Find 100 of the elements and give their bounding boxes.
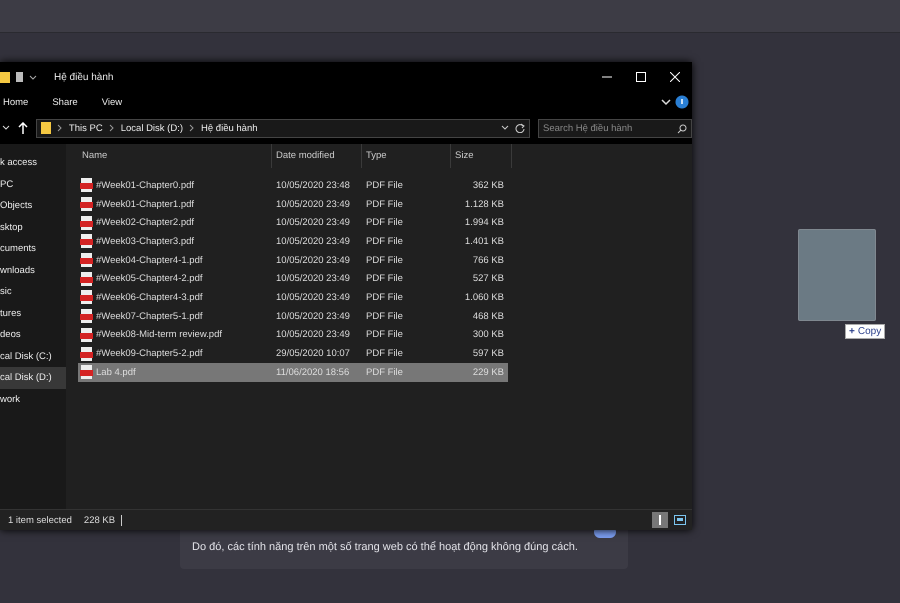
- file-name: #Week08-Mid-term review.pdf: [96, 329, 222, 340]
- type-cell-text: PDF File: [365, 254, 404, 266]
- file-name: #Week01-Chapter0.pdf: [96, 180, 194, 191]
- file-row[interactable]: #Week04-Chapter4-1.pdf 10/05/2020 23:49 PDF File 766 KB: [78, 250, 508, 270]
- file-name: #Week06-Chapter4-3.pdf: [96, 292, 202, 303]
- file-row[interactable]: #Week03-Chapter3.pdf 10/05/2020 23:49 PDF File 1.401 KB: [78, 232, 508, 251]
- ribbon-tab[interactable]: Home: [0, 96, 38, 108]
- type-cell-text: PDF File: [365, 366, 404, 378]
- size-cell-text: 1.401 KB: [464, 236, 505, 247]
- chevron-icon: [108, 124, 115, 132]
- sidebar-item[interactable]: work: [0, 388, 66, 410]
- search-field[interactable]: Search Hệ điều hành: [538, 118, 692, 138]
- sidebar-item[interactable]: cal Disk (C:): [0, 346, 66, 367]
- date-cell-text: 10/05/2020 23:49: [275, 198, 351, 210]
- file-row[interactable]: #Week01-Chapter1.pdf 10/05/2020 23:49 PDF File 1.128 KB: [78, 194, 508, 214]
- dropdown-icon[interactable]: [501, 124, 509, 132]
- ribbon-tab[interactable]: Share: [49, 96, 87, 108]
- selection-size: 228 KB: [84, 514, 122, 526]
- recent-locations-icon[interactable]: [2, 124, 10, 132]
- date-cell-text: 10/05/2020 23:48: [275, 180, 351, 191]
- type-cell-text: PDF File: [365, 217, 404, 228]
- properties-icon[interactable]: [15, 71, 24, 83]
- sidebar-item[interactable]: tures: [0, 302, 66, 324]
- pdf-file-icon: [80, 328, 93, 342]
- date-cell-text: 29/05/2020 10:07: [275, 348, 351, 360]
- status-text: 1 item selected: [8, 514, 72, 526]
- file-name: #Week09-Chapter5-2.pdf: [96, 348, 202, 360]
- type-cell-text: PDF File: [365, 329, 404, 340]
- file-name: #Week05-Chapter4-2.pdf: [96, 273, 202, 284]
- refresh-icon[interactable]: [515, 123, 525, 133]
- pdf-file-icon: [80, 346, 93, 361]
- size-cell-text: 1.128 KB: [464, 198, 505, 210]
- search-icon: [677, 124, 687, 134]
- address-bar[interactable]: This PC Local Disk (D:) Hệ điều hành: [36, 118, 530, 138]
- column-header[interactable]: Type: [362, 144, 451, 168]
- breadcrumb[interactable]: This PC: [68, 122, 103, 134]
- file-name: #Week07-Chapter5-1.pdf: [96, 310, 202, 322]
- details-view-button[interactable]: [652, 512, 668, 528]
- type-cell-text: PDF File: [365, 236, 404, 247]
- help-icon[interactable]: [675, 95, 689, 109]
- file-row[interactable]: #Week06-Chapter4-3.pdf 10/05/2020 23:49 PDF File 1.060 KB: [78, 288, 508, 307]
- column-header[interactable]: Date modified: [272, 144, 362, 168]
- maximize-icon: [636, 72, 646, 82]
- pdf-file-icon: [80, 253, 93, 268]
- tiles-view-button[interactable]: [672, 512, 688, 528]
- window-title: Hệ điều hành: [54, 72, 114, 82]
- folder-icon: [40, 122, 51, 134]
- dropdown-icon[interactable]: [29, 73, 37, 81]
- sidebar-item[interactable]: PC: [0, 174, 66, 195]
- file-row[interactable]: #Week08-Mid-term review.pdf 10/05/2020 23:49 PDF File 300 KB: [78, 326, 508, 344]
- size-cell-text: 527 KB: [472, 273, 505, 284]
- sidebar-item[interactable]: sktop: [0, 216, 66, 238]
- column-header[interactable]: Name: [78, 144, 272, 168]
- type-cell-text: PDF File: [365, 348, 404, 360]
- file-row[interactable]: #Week01-Chapter0.pdf 10/05/2020 23:48 PDF File 362 KB: [78, 176, 508, 195]
- date-cell-text: 10/05/2020 23:49: [275, 217, 351, 228]
- up-arrow-icon[interactable]: [18, 122, 28, 134]
- pdf-file-icon: [80, 178, 93, 192]
- breadcrumb[interactable]: Hệ điều hành: [201, 122, 258, 134]
- size-cell-text: 300 KB: [472, 329, 505, 340]
- size-cell-text: 597 KB: [472, 348, 505, 360]
- sidebar-item[interactable]: sic: [0, 281, 66, 302]
- file-row[interactable]: #Week09-Chapter5-2.pdf 29/05/2020 10:07 PDF File 597 KB: [78, 344, 508, 363]
- pdf-file-icon: [80, 216, 93, 230]
- sidebar-item[interactable]: Objects: [0, 195, 66, 216]
- column-header[interactable]: Size: [451, 144, 512, 168]
- type-cell-text: PDF File: [365, 198, 404, 210]
- file-name: #Week02-Chapter2.pdf: [96, 217, 194, 228]
- date-cell-text: 11/06/2020 18:56: [275, 366, 350, 378]
- size-cell-text: 766 KB: [472, 254, 505, 266]
- file-name: #Week03-Chapter3.pdf: [96, 236, 194, 247]
- tiles-view-icon: [674, 515, 686, 525]
- pdf-file-icon: [80, 234, 93, 248]
- file-row[interactable]: #Week07-Chapter5-1.pdf 10/05/2020 23:49 PDF File 468 KB: [78, 306, 508, 326]
- sidebar-item[interactable]: wnloads: [0, 260, 66, 281]
- date-cell-text: 10/05/2020 23:49: [275, 254, 351, 266]
- sidebar-item[interactable]: deos: [0, 324, 66, 346]
- expand-ribbon-icon[interactable]: [661, 98, 671, 106]
- details-view-icon: [658, 514, 662, 526]
- date-cell-text: 10/05/2020 23:49: [275, 310, 351, 322]
- file-name: #Week01-Chapter1.pdf: [96, 198, 194, 210]
- folder-icon: [0, 71, 10, 83]
- date-cell-text: 10/05/2020 23:49: [275, 273, 351, 284]
- breadcrumb[interactable]: Local Disk (D:): [120, 122, 184, 134]
- file-name: #Week04-Chapter4-1.pdf: [96, 254, 202, 266]
- ribbon-tab[interactable]: View: [98, 96, 132, 108]
- type-cell-text: PDF File: [365, 273, 404, 284]
- size-cell-text: 468 KB: [472, 310, 505, 322]
- sidebar-item[interactable]: cal Disk (D:): [0, 367, 66, 388]
- date-cell-text: 10/05/2020 23:49: [275, 292, 351, 303]
- pdf-file-icon: [80, 272, 93, 286]
- file-row[interactable]: #Week02-Chapter2.pdf 10/05/2020 23:49 PDF File 1.994 KB: [78, 213, 508, 232]
- file-row[interactable]: #Week05-Chapter4-2.pdf 10/05/2020 23:49 PDF File 527 KB: [78, 269, 508, 288]
- type-cell-text: PDF File: [365, 310, 404, 322]
- description-text: Do đó, các tính năng trên một số trang web có thể hoạt động không đúng cách.: [192, 540, 579, 555]
- sidebar-item[interactable]: k access: [0, 152, 66, 174]
- close-icon: [670, 72, 680, 82]
- sidebar-item[interactable]: cuments: [0, 238, 66, 260]
- size-cell-text: 362 KB: [472, 180, 505, 191]
- size-cell-text: 229 KB: [472, 366, 505, 378]
